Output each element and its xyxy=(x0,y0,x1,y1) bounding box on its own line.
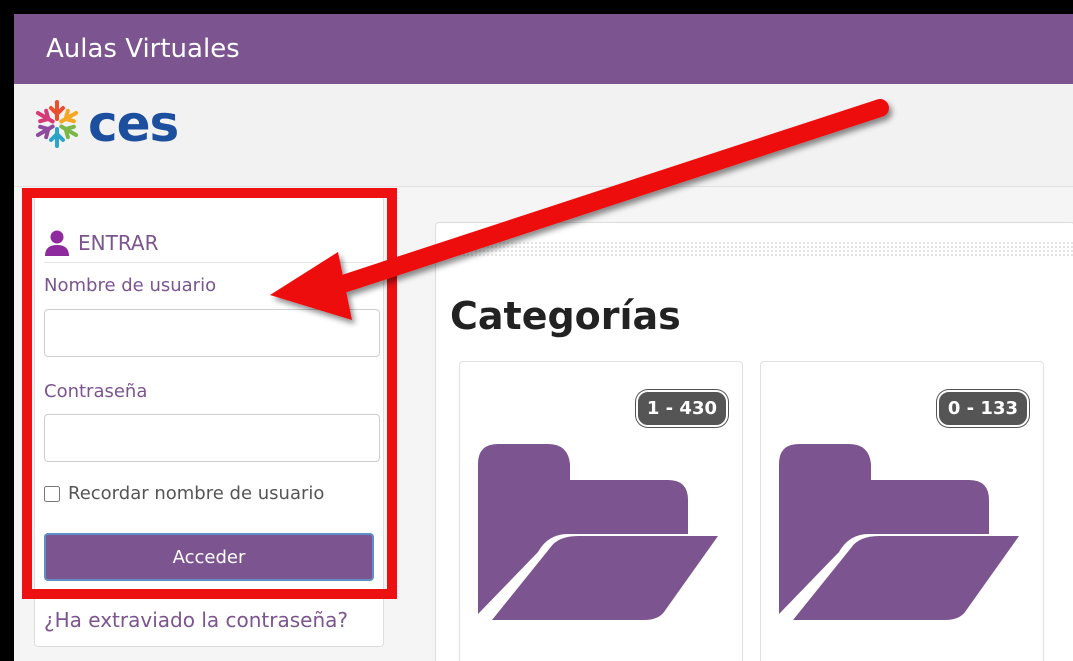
logo-wordmark: ces xyxy=(88,95,179,153)
category-card[interactable]: 0 - 133 xyxy=(760,361,1044,661)
site-logo[interactable]: ces xyxy=(30,94,179,154)
page-title: Categorías xyxy=(450,294,681,338)
category-card[interactable]: 1 - 430 xyxy=(459,361,743,661)
password-input[interactable] xyxy=(44,414,380,462)
divider xyxy=(44,262,374,263)
remember-username-label[interactable]: Recordar nombre de usuario xyxy=(68,483,324,504)
folder-open-icon xyxy=(478,444,718,620)
folder-open-icon xyxy=(779,444,1019,620)
top-navbar: Aulas Virtuales xyxy=(14,14,1073,84)
password-label: Contraseña xyxy=(44,381,148,402)
forgot-password-link[interactable]: ¿Ha extraviado la contraseña? xyxy=(44,608,348,632)
site-title[interactable]: Aulas Virtuales xyxy=(46,34,240,64)
decorative-strip xyxy=(450,241,1073,257)
login-button[interactable]: Acceder xyxy=(44,533,374,581)
category-count-badge: 1 - 430 xyxy=(635,390,728,427)
username-label: Nombre de usuario xyxy=(44,275,217,296)
remember-username-row: Recordar nombre de usuario xyxy=(44,483,324,504)
user-icon xyxy=(45,230,69,256)
category-count-badge: 0 - 133 xyxy=(936,390,1029,427)
login-header: ENTRAR xyxy=(44,230,158,256)
login-title: ENTRAR xyxy=(78,231,159,255)
page-header: ces xyxy=(14,84,1073,187)
snowflake-logo-icon xyxy=(35,100,79,148)
username-input[interactable] xyxy=(44,309,380,357)
remember-username-checkbox[interactable] xyxy=(44,485,60,502)
